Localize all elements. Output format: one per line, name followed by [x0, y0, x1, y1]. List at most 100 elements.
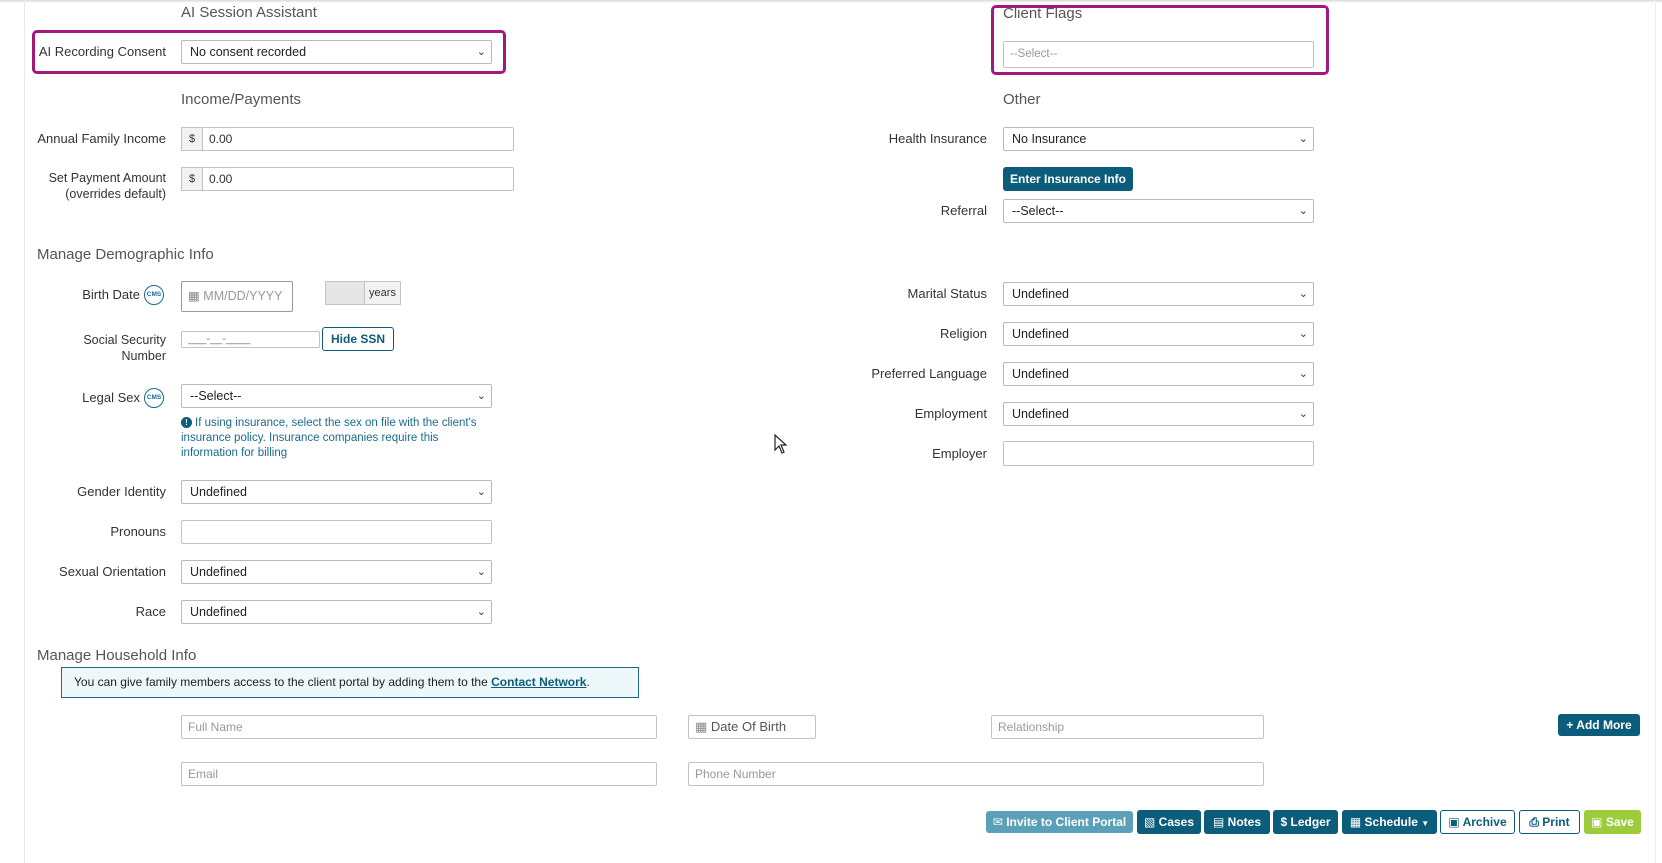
add-more-button[interactable]: + Add More	[1558, 714, 1640, 736]
chevron-down-icon: ⌄	[476, 486, 486, 498]
plus-icon: +	[1566, 718, 1574, 732]
payment-amount-input[interactable]: 0.00	[202, 167, 514, 191]
preferred-language-label: Preferred Language	[871, 366, 987, 381]
employer-input[interactable]	[1003, 441, 1314, 466]
client-flags-select[interactable]: --Select--	[1003, 41, 1314, 68]
info-icon: !	[181, 417, 192, 428]
client-flags-title: Client Flags	[1003, 5, 1083, 22]
preferred-language-value: Undefined	[1012, 367, 1069, 381]
notes-button[interactable]: ▤ Notes	[1204, 810, 1270, 834]
left-divider	[24, 0, 25, 863]
chevron-down-icon: ⌄	[476, 390, 486, 402]
employment-select[interactable]: Undefined ⌄	[1003, 402, 1314, 426]
payment-amount-prefix: $	[181, 167, 203, 191]
mouse-cursor-icon	[774, 434, 788, 454]
right-divider	[1655, 0, 1656, 863]
health-insurance-value: No Insurance	[1012, 132, 1087, 146]
calendar-icon: ▦	[695, 719, 708, 734]
gender-identity-label: Gender Identity	[77, 484, 166, 499]
ledger-label: Ledger	[1290, 815, 1331, 829]
referral-select[interactable]: --Select-- ⌄	[1003, 199, 1314, 223]
household-full-name-input[interactable]: Full Name	[181, 715, 657, 739]
chevron-down-icon: ⌄	[1298, 408, 1308, 420]
archive-button[interactable]: ▣ Archive	[1440, 810, 1515, 834]
birth-date-input[interactable]: ▦ MM/DD/YYYY	[181, 281, 293, 312]
save-label: Save	[1605, 815, 1634, 829]
chevron-down-icon: ⌄	[476, 606, 486, 618]
save-icon: ▣	[1591, 815, 1603, 829]
household-dob-input[interactable]: ▦ Date Of Birth	[688, 715, 816, 739]
notes-icon: ▤	[1212, 815, 1225, 829]
preferred-language-select[interactable]: Undefined ⌄	[1003, 362, 1314, 386]
other-section-title: Other	[1003, 91, 1041, 108]
chevron-down-icon: ⌄	[1298, 133, 1308, 145]
years-addon: years	[364, 281, 401, 305]
chevron-down-icon: ⌄	[1298, 328, 1308, 340]
chevron-down-icon: ⌄	[1298, 368, 1308, 380]
birth-date-placeholder: MM/DD/YYYY	[203, 289, 283, 303]
annual-income-label: Annual Family Income	[37, 131, 166, 146]
income-section-title: Income/Payments	[181, 91, 302, 108]
dollar-icon: $	[1280, 815, 1288, 829]
print-icon: ⎙	[1529, 815, 1539, 829]
invite-label: Invite to Client Portal	[1006, 815, 1127, 829]
print-button[interactable]: ⎙ Print	[1519, 810, 1580, 834]
pronouns-label: Pronouns	[110, 524, 166, 539]
cms-badge-icon: CMS	[144, 285, 164, 305]
payment-amount-label-line2: (overrides default)	[65, 187, 166, 201]
health-insurance-select[interactable]: No Insurance ⌄	[1003, 127, 1314, 151]
hide-ssn-button[interactable]: Hide SSN	[322, 327, 394, 351]
employer-label: Employer	[932, 446, 987, 461]
gender-identity-select[interactable]: Undefined ⌄	[181, 480, 492, 504]
ai-consent-value: No consent recorded	[190, 45, 307, 59]
annual-income-input[interactable]: 0.00	[202, 127, 514, 151]
religion-select[interactable]: Undefined ⌄	[1003, 322, 1314, 346]
ledger-button[interactable]: $ Ledger	[1273, 810, 1338, 834]
legal-sex-select[interactable]: --Select-- ⌄	[181, 384, 492, 408]
pronouns-input[interactable]	[181, 520, 492, 544]
religion-value: Undefined	[1012, 327, 1069, 341]
ssn-label-line2: Number	[121, 349, 166, 363]
sexual-orientation-label: Sexual Orientation	[59, 564, 166, 579]
archive-icon: ▣	[1448, 815, 1460, 829]
chevron-down-icon: ⌄	[1298, 288, 1308, 300]
household-relationship-input[interactable]: Relationship	[991, 715, 1264, 739]
legal-sex-info: ! If using insurance, select the sex on f…	[181, 416, 491, 461]
household-dob-placeholder: Date Of Birth	[710, 719, 787, 734]
ai-consent-select[interactable]: No consent recorded ⌄	[181, 40, 492, 64]
calendar-icon: ▦	[1349, 815, 1362, 829]
employment-value: Undefined	[1012, 407, 1069, 421]
referral-label: Referral	[940, 203, 987, 218]
ssn-input[interactable]: ___-__-____	[181, 331, 320, 348]
ai-consent-label: AI Recording Consent	[38, 44, 166, 59]
sexual-orientation-select[interactable]: Undefined ⌄	[181, 560, 492, 584]
race-select[interactable]: Undefined ⌄	[181, 600, 492, 624]
notes-label: Notes	[1227, 815, 1262, 829]
save-button[interactable]: ▣ Save	[1584, 810, 1641, 834]
race-label: Race	[135, 604, 166, 619]
age-years-input	[325, 281, 365, 305]
add-more-label: Add More	[1576, 718, 1632, 732]
enter-insurance-button[interactable]: Enter Insurance Info	[1003, 167, 1133, 191]
employment-label: Employment	[914, 406, 987, 421]
ssn-label-line1: Social Security	[83, 333, 166, 347]
household-alert-text: You can give family members access to th…	[74, 675, 492, 689]
health-insurance-label: Health Insurance	[888, 131, 987, 146]
legal-sex-value: --Select--	[190, 389, 242, 403]
birth-date-label: Birth Date	[82, 287, 140, 302]
household-email-input[interactable]: Email	[181, 762, 657, 786]
cms-badge-icon: CMS	[144, 388, 164, 408]
household-alert-end: .	[586, 675, 590, 689]
chevron-down-icon: ⌄	[476, 46, 486, 58]
schedule-button[interactable]: ▦ Schedule ▼	[1342, 810, 1437, 834]
invite-client-portal-button[interactable]: ✉ Invite to Client Portal	[986, 811, 1133, 833]
religion-label: Religion	[940, 326, 987, 341]
gender-identity-value: Undefined	[190, 485, 247, 499]
cases-button[interactable]: ▧ Cases	[1137, 810, 1201, 834]
household-phone-input[interactable]: Phone Number	[688, 762, 1264, 786]
caret-down-icon: ▼	[1421, 819, 1430, 828]
contact-network-link[interactable]: Contact Network	[491, 675, 586, 689]
legal-sex-label: Legal Sex	[82, 390, 140, 405]
household-section-title: Manage Household Info	[37, 647, 197, 664]
marital-status-select[interactable]: Undefined ⌄	[1003, 282, 1314, 306]
